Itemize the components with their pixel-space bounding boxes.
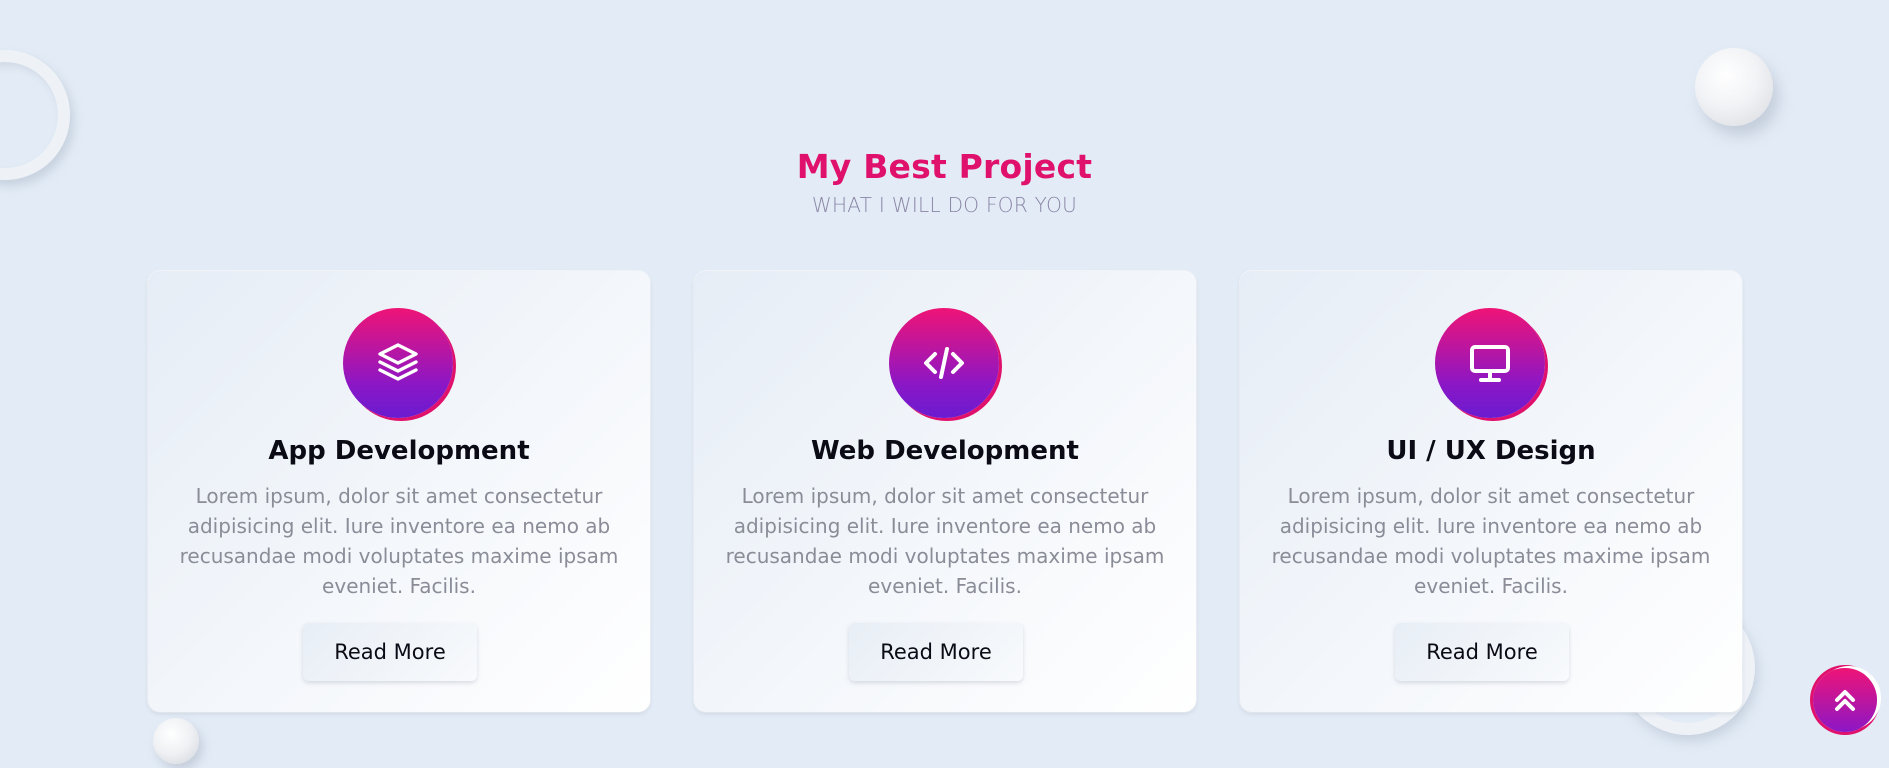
card-description: Lorem ipsum, dolor sit amet consectetur … — [179, 484, 619, 598]
layers-icon — [343, 308, 453, 418]
card-title: UI / UX Design — [1386, 436, 1596, 466]
service-card-ui-ux-design: UI / UX Design Lorem ipsum, dolor sit am… — [1240, 271, 1742, 712]
section-subtitle: WHAT I WILL DO FOR YOU — [811, 193, 1078, 217]
read-more-button[interactable]: Read More — [849, 623, 1023, 681]
section-title: My Best Project — [796, 147, 1093, 186]
read-more-button[interactable]: Read More — [1395, 623, 1569, 681]
card-title: Web Development — [811, 436, 1079, 466]
scroll-to-top-button[interactable] — [1813, 668, 1877, 732]
section-header: My Best Project WHAT I WILL DO FOR YOU — [0, 145, 1889, 217]
read-more-button[interactable]: Read More — [303, 623, 477, 681]
card-description: Lorem ipsum, dolor sit amet consectetur … — [1271, 484, 1711, 598]
card-description: Lorem ipsum, dolor sit amet consectetur … — [725, 484, 1165, 598]
service-card-web-development: Web Development Lorem ipsum, dolor sit a… — [694, 271, 1196, 712]
double-chevron-up-icon — [1835, 690, 1855, 711]
decorative-ball-top-right — [1695, 48, 1773, 126]
service-card-app-development: App Development Lorem ipsum, dolor sit a… — [148, 271, 650, 712]
desktop-icon — [1435, 308, 1545, 418]
decorative-ball-bottom-left — [153, 718, 199, 764]
card-title: App Development — [268, 436, 530, 466]
code-icon — [889, 308, 999, 418]
